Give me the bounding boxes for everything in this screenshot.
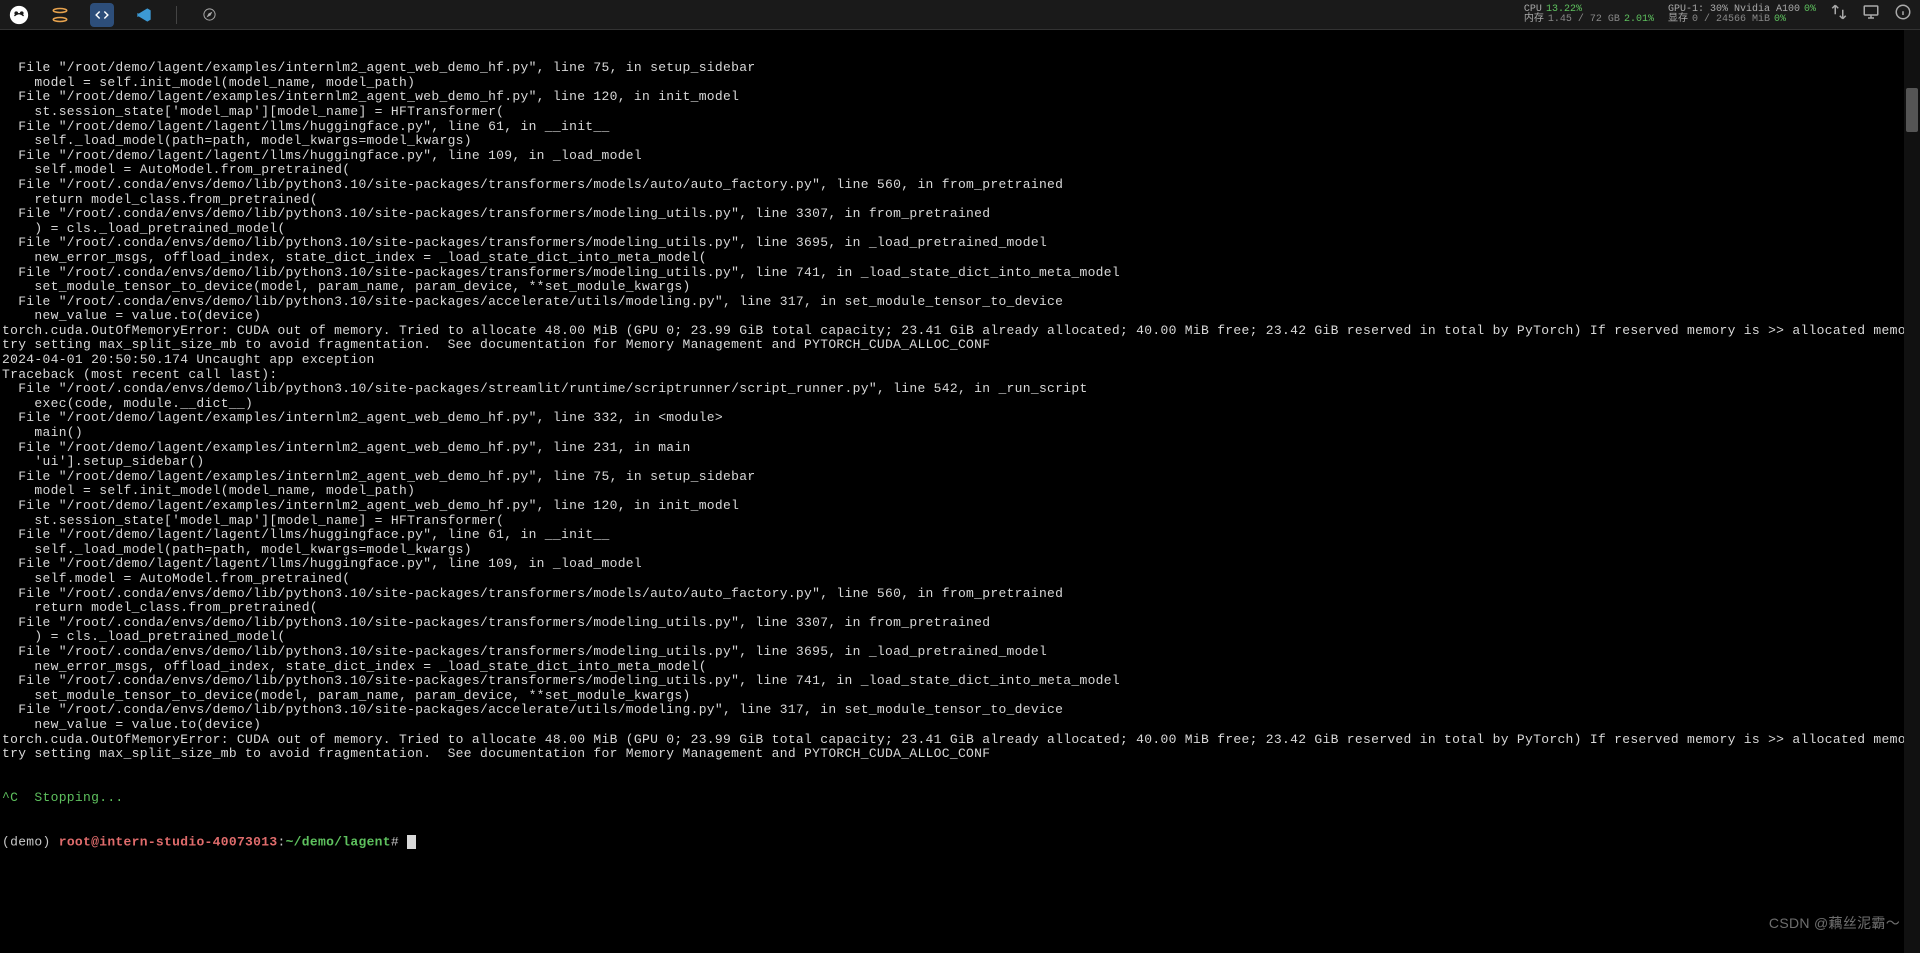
terminal-line: File "/root/demo/lagent/examples/internl… bbox=[2, 441, 1918, 456]
compass-icon[interactable] bbox=[197, 3, 221, 27]
watermark: CSDN @藕丝泥霸～ bbox=[1769, 916, 1900, 931]
terminal-scrollbar[interactable] bbox=[1904, 30, 1920, 953]
terminal-line: self.model = AutoModel.from_pretrained( bbox=[2, 163, 1918, 178]
terminal-line: File "/root/demo/lagent/lagent/llms/hugg… bbox=[2, 149, 1918, 164]
terminal-line: File "/root/demo/lagent/lagent/llms/hugg… bbox=[2, 120, 1918, 135]
app-logo-icon[interactable] bbox=[8, 4, 30, 26]
mem-used: 1.45 / 72 GB bbox=[1548, 15, 1620, 25]
terminal-line: self._load_model(path=path, model_kwargs… bbox=[2, 134, 1918, 149]
cpu-label: CPU bbox=[1524, 5, 1542, 15]
terminal-line: File "/root/.conda/envs/demo/lib/python3… bbox=[2, 207, 1918, 222]
vscode-icon[interactable] bbox=[132, 3, 156, 27]
prompt-user: root@intern-studio-40073013 bbox=[59, 834, 278, 849]
terminal-line: File "/root/.conda/envs/demo/lib/python3… bbox=[2, 178, 1918, 193]
terminal-line: Traceback (most recent call last): bbox=[2, 368, 1918, 383]
terminal-line: File "/root/.conda/envs/demo/lib/python3… bbox=[2, 236, 1918, 251]
terminal-line: 2024-04-01 20:50:50.174 Uncaught app exc… bbox=[2, 353, 1918, 368]
vram-used: 0 / 24566 MiB bbox=[1692, 15, 1770, 25]
terminal-line: File "/root/demo/lagent/examples/internl… bbox=[2, 90, 1918, 105]
terminal-line: try setting max_split_size_mb to avoid f… bbox=[2, 338, 1918, 353]
info-icon[interactable] bbox=[1894, 3, 1912, 26]
jupyter-icon[interactable] bbox=[48, 3, 72, 27]
top-toolbar: CPU 13.22% 内存 1.45 / 72 GB 2.01% GPU-1: … bbox=[0, 0, 1920, 30]
terminal-line: set_module_tensor_to_device(model, param… bbox=[2, 280, 1918, 295]
cpu-memory-stats: CPU 13.22% 内存 1.45 / 72 GB 2.01% bbox=[1524, 5, 1654, 25]
terminal-line: self.model = AutoModel.from_pretrained( bbox=[2, 572, 1918, 587]
toolbar-right: CPU 13.22% 内存 1.45 / 72 GB 2.01% GPU-1: … bbox=[1524, 3, 1912, 26]
terminal-line: File "/root/.conda/envs/demo/lib/python3… bbox=[2, 266, 1918, 281]
cpu-value: 13.22% bbox=[1546, 5, 1582, 15]
terminal-line: File "/root/demo/lagent/examples/internl… bbox=[2, 411, 1918, 426]
terminal-output[interactable]: File "/root/demo/lagent/examples/internl… bbox=[0, 30, 1920, 953]
terminal-line: torch.cuda.OutOfMemoryError: CUDA out of… bbox=[2, 324, 1918, 339]
terminal-line: File "/root/.conda/envs/demo/lib/python3… bbox=[2, 587, 1918, 602]
toolbar-separator bbox=[176, 6, 177, 24]
mem-pct: 2.01% bbox=[1624, 15, 1654, 25]
gpu-label: GPU-1: 30% Nvidia A100 bbox=[1668, 5, 1800, 15]
gpu-stats: GPU-1: 30% Nvidia A100 0% 显存 0 / 24566 M… bbox=[1668, 5, 1816, 25]
terminal-line: File "/root/.conda/envs/demo/lib/python3… bbox=[2, 295, 1918, 310]
code-icon[interactable] bbox=[90, 3, 114, 27]
terminal-line: return model_class.from_pretrained( bbox=[2, 193, 1918, 208]
prompt-colon: : bbox=[277, 834, 285, 849]
stopping-line: ^C Stopping... bbox=[2, 790, 124, 805]
terminal-line: model = self.init_model(model_name, mode… bbox=[2, 484, 1918, 499]
terminal-line: File "/root/.conda/envs/demo/lib/python3… bbox=[2, 382, 1918, 397]
scrollbar-thumb[interactable] bbox=[1906, 88, 1918, 132]
terminal-line: File "/root/demo/lagent/lagent/llms/hugg… bbox=[2, 528, 1918, 543]
terminal-line: try setting max_split_size_mb to avoid f… bbox=[2, 747, 1918, 762]
terminal-line: self._load_model(path=path, model_kwargs… bbox=[2, 543, 1918, 558]
terminal-line: File "/root/demo/lagent/lagent/llms/hugg… bbox=[2, 557, 1918, 572]
terminal-line: File "/root/.conda/envs/demo/lib/python3… bbox=[2, 616, 1918, 631]
prompt-path: ~/demo/lagent bbox=[286, 834, 391, 849]
terminal-line: new_value = value.to(device) bbox=[2, 718, 1918, 733]
terminal-line: ) = cls._load_pretrained_model( bbox=[2, 630, 1918, 645]
vram-label: 显存 bbox=[1668, 15, 1688, 25]
transfer-icon[interactable] bbox=[1830, 3, 1848, 26]
mem-label: 内存 bbox=[1524, 15, 1544, 25]
monitor-icon[interactable] bbox=[1862, 3, 1880, 26]
terminal-line: File "/root/.conda/envs/demo/lib/python3… bbox=[2, 645, 1918, 660]
terminal-line: new_value = value.to(device) bbox=[2, 309, 1918, 324]
terminal-line: File "/root/.conda/envs/demo/lib/python3… bbox=[2, 703, 1918, 718]
terminal-line: return model_class.from_pretrained( bbox=[2, 601, 1918, 616]
shell-prompt[interactable]: (demo) root@intern-studio-40073013:~/dem… bbox=[2, 835, 1918, 850]
terminal-cursor bbox=[407, 835, 416, 849]
terminal-line: torch.cuda.OutOfMemoryError: CUDA out of… bbox=[2, 733, 1918, 748]
terminal-line: st.session_state['model_map'][model_name… bbox=[2, 105, 1918, 120]
terminal-line: exec(code, module.__dict__) bbox=[2, 397, 1918, 412]
terminal-line: ) = cls._load_pretrained_model( bbox=[2, 222, 1918, 237]
prompt-env: (demo) bbox=[2, 834, 59, 849]
vram-pct: 0% bbox=[1774, 15, 1786, 25]
prompt-hash: # bbox=[391, 834, 407, 849]
gpu-pct: 0% bbox=[1804, 5, 1816, 15]
terminal-line: File "/root/demo/lagent/examples/internl… bbox=[2, 61, 1918, 76]
terminal-line: st.session_state['model_map'][model_name… bbox=[2, 514, 1918, 529]
terminal-line: File "/root/demo/lagent/examples/internl… bbox=[2, 499, 1918, 514]
terminal-line: File "/root/demo/lagent/examples/internl… bbox=[2, 470, 1918, 485]
terminal-line: new_error_msgs, offload_index, state_dic… bbox=[2, 251, 1918, 266]
terminal-line: model = self.init_model(model_name, mode… bbox=[2, 76, 1918, 91]
terminal-line: main() bbox=[2, 426, 1918, 441]
terminal-line: File "/root/.conda/envs/demo/lib/python3… bbox=[2, 674, 1918, 689]
terminal-line: 'ui'].setup_sidebar() bbox=[2, 455, 1918, 470]
terminal-line: set_module_tensor_to_device(model, param… bbox=[2, 689, 1918, 704]
terminal-line: new_error_msgs, offload_index, state_dic… bbox=[2, 660, 1918, 675]
toolbar-left bbox=[8, 3, 221, 27]
